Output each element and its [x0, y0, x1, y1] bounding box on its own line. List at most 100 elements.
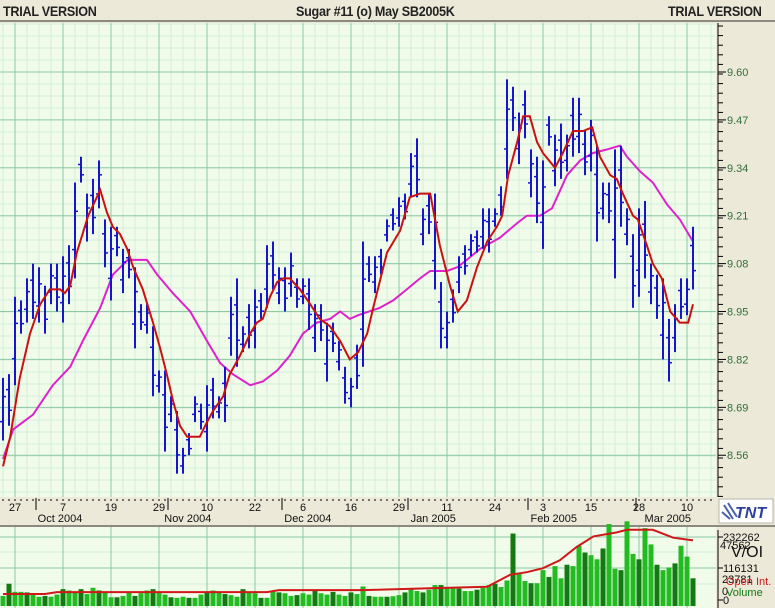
volume-bar: [366, 595, 372, 606]
price-tick-label: 9.60: [727, 67, 748, 79]
date-day-label: 22: [249, 502, 261, 514]
volume-bar: [486, 585, 492, 606]
price-tick-label: 9.34: [727, 163, 748, 175]
volume-bar: [378, 596, 384, 606]
volume-bar: [330, 591, 336, 606]
volume-bar: [252, 593, 258, 606]
date-day-label: 27: [9, 502, 21, 514]
volume-bar: [42, 595, 48, 606]
volume-bar: [270, 591, 276, 606]
volume-bar: [444, 587, 450, 606]
volume-bar: [258, 597, 264, 606]
volume-bar: [408, 589, 414, 606]
volume-bar: [300, 593, 306, 606]
price-tick-label: 8.69: [727, 402, 748, 414]
volume-bar: [162, 594, 168, 606]
price-tick-label: 9.47: [727, 115, 748, 127]
volume-bar: [450, 587, 456, 606]
volume-bar: [546, 576, 552, 606]
volume-bar: [222, 594, 228, 606]
volume-bar: [606, 524, 612, 606]
volume-bar: [468, 591, 474, 606]
price-plot-area: [0, 23, 716, 497]
volume-bar: [648, 544, 654, 606]
date-day-label: 28: [633, 502, 645, 514]
volume-bar: [636, 559, 642, 606]
volume-bar: [684, 556, 690, 606]
volume-bar: [678, 545, 684, 606]
volume-bar: [528, 583, 534, 606]
volume-bar: [156, 591, 162, 606]
volume-bar: [402, 592, 408, 606]
price-tick-label: 8.56: [727, 450, 748, 462]
volume-bar: [426, 589, 432, 606]
volume-bar: [372, 596, 378, 606]
volume-bar: [480, 587, 486, 606]
volume-bar: [312, 590, 318, 606]
volume-bar: [72, 591, 78, 606]
volume-bar: [618, 570, 624, 606]
volume-bar: [630, 553, 636, 606]
date-day-label: 19: [105, 502, 117, 514]
volume-bar: [348, 592, 354, 606]
date-day-label: 29: [393, 502, 405, 514]
volume-bar: [114, 597, 120, 606]
tnt-logo: TNT: [718, 498, 774, 524]
date-month-label: Nov 2004: [164, 513, 211, 525]
volume-bar: [264, 597, 270, 606]
volume-bar: [396, 595, 402, 606]
date-month-label: Mar 2005: [645, 513, 691, 525]
volume-bar: [168, 597, 174, 606]
price-tick-label: 9.21: [727, 211, 748, 223]
price-chart: 9.609.479.349.219.088.958.828.698.56 27 7…: [0, 23, 775, 608]
volume-bar: [90, 587, 96, 606]
date-month-label: Dec 2004: [284, 513, 331, 525]
volume-bar: [540, 570, 546, 606]
volume-bar: [516, 572, 522, 606]
volume-bar: [198, 594, 204, 606]
volume-bar: [612, 568, 618, 606]
volume-bar: [84, 594, 90, 606]
date-day-label: 16: [345, 502, 357, 514]
price-tick-label: 8.82: [727, 354, 748, 366]
volume-bar: [180, 596, 186, 606]
volume-bar: [570, 566, 576, 606]
volume-bar: [420, 592, 426, 606]
volume-bar: [48, 596, 54, 606]
volume-bar: [600, 548, 606, 606]
volume-bar: [36, 596, 42, 606]
volume-bar: [498, 586, 504, 606]
volume-bar: [234, 596, 240, 606]
volume-bar: [126, 591, 132, 606]
volume-bar: [654, 564, 660, 606]
legend-volume: Volume: [726, 587, 763, 599]
volume-bar: [564, 564, 570, 606]
volume-bar: [294, 595, 300, 606]
volume-bar: [642, 528, 648, 606]
volume-bar: [594, 559, 600, 606]
date-month-label: Oct 2004: [38, 513, 83, 525]
volume-bar: [336, 594, 342, 606]
volume-bar: [354, 594, 360, 606]
volume-bar: [672, 563, 678, 606]
volume-bar: [666, 567, 672, 606]
price-tick-label: 8.95: [727, 307, 748, 319]
volume-bar: [558, 578, 564, 606]
panel-label: V/OI: [731, 544, 763, 561]
volume-bar: [30, 594, 36, 606]
volume-bar: [492, 583, 498, 606]
volume-bar: [384, 596, 390, 606]
volume-bar: [510, 533, 516, 606]
logo-text: TNT: [735, 505, 767, 522]
volume-bar: [504, 580, 510, 606]
volume-bar: [288, 595, 294, 606]
volume-bar: [282, 593, 288, 606]
date-day-label: 15: [585, 502, 597, 514]
volume-bar: [204, 591, 210, 606]
volume-bar: [138, 593, 144, 606]
volume-bar: [186, 597, 192, 606]
volume-bar: [0, 595, 6, 606]
volume-bar: [342, 595, 348, 606]
volume-bar: [624, 521, 630, 606]
volume-bar: [582, 552, 588, 606]
